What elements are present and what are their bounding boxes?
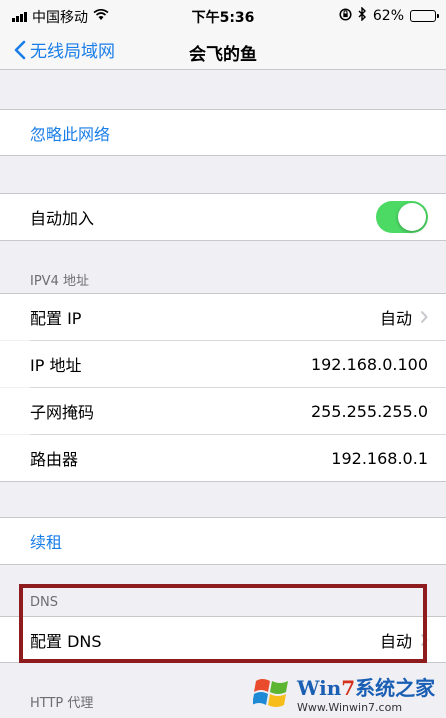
status-bar: 中国移动 下午5:36 62% bbox=[0, 0, 446, 32]
configure-ip-label: 配置 IP bbox=[30, 309, 82, 328]
chevron-right-icon bbox=[420, 310, 428, 324]
subnet-mask-label: 子网掩码 bbox=[30, 403, 95, 422]
bluetooth-icon bbox=[358, 6, 367, 25]
watermark-url: Www.Winwin7.com bbox=[297, 700, 403, 714]
watermark-brand-seven: 7 bbox=[341, 675, 356, 700]
ipv4-section-header: IPV4 地址 bbox=[30, 274, 89, 289]
orientation-lock-icon bbox=[339, 7, 352, 25]
subnet-mask-row: 子网掩码 255.255.255.0 bbox=[0, 388, 446, 434]
router-value: 192.168.0.1 bbox=[331, 448, 428, 468]
divider bbox=[0, 240, 446, 241]
windows-logo-icon bbox=[253, 678, 288, 707]
divider bbox=[0, 155, 446, 156]
battery-percent: 62% bbox=[372, 8, 404, 24]
ip-address-row: IP 地址 192.168.0.100 bbox=[0, 341, 446, 387]
renew-lease-button[interactable]: 续租 bbox=[0, 518, 446, 564]
toggle-knob bbox=[398, 203, 426, 231]
ip-address-value: 192.168.0.100 bbox=[310, 354, 428, 374]
status-bar-right: 62% bbox=[339, 6, 439, 25]
forget-network-button[interactable]: 忽略此网络 bbox=[0, 110, 446, 155]
configure-ip-value: 自动 bbox=[379, 309, 412, 328]
watermark-brand-suffix: 系统之家 bbox=[355, 675, 436, 700]
auto-join-label: 自动加入 bbox=[30, 209, 95, 228]
navigation-bar: 无线局域网 会飞的鱼 bbox=[0, 32, 446, 70]
forget-network-label: 忽略此网络 bbox=[30, 124, 111, 144]
configure-ip-row[interactable]: 配置 IP 自动 bbox=[0, 294, 446, 340]
battery-icon bbox=[410, 10, 439, 22]
divider bbox=[0, 564, 446, 565]
renew-lease-label: 续租 bbox=[30, 533, 63, 552]
dns-highlight-box bbox=[19, 584, 427, 663]
subnet-mask-value: 255.255.255.0 bbox=[310, 401, 428, 421]
auto-join-toggle[interactable] bbox=[376, 201, 428, 233]
auto-join-row: 自动加入 bbox=[0, 194, 446, 240]
http-proxy-section-header: HTTP 代理 bbox=[30, 696, 94, 711]
watermark-brand-prefix: Win bbox=[297, 675, 342, 700]
watermark-brand: Win7系统之家 bbox=[297, 672, 435, 701]
site-watermark: Win7系统之家 Www.Winwin7.com bbox=[253, 667, 446, 718]
router-label: 路由器 bbox=[30, 450, 79, 469]
ip-address-label: IP 地址 bbox=[30, 356, 82, 375]
divider bbox=[0, 481, 446, 482]
page-title: 会飞的鱼 bbox=[189, 45, 257, 65]
router-row: 路由器 192.168.0.1 bbox=[0, 435, 446, 481]
